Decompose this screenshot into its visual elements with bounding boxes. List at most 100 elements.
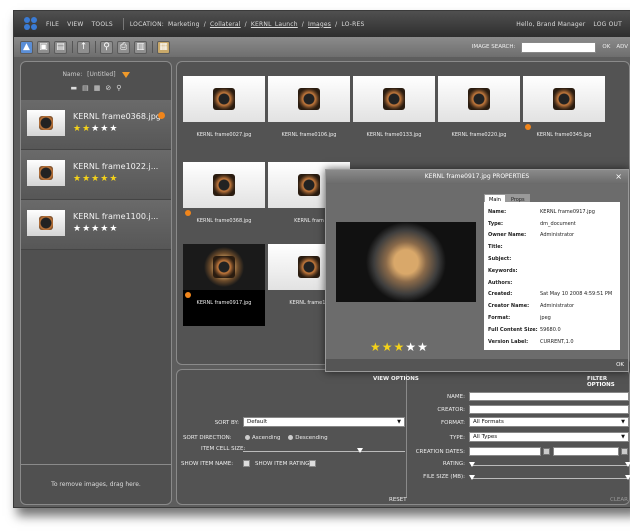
star-icon[interactable]: ★	[109, 224, 118, 234]
image-search-input[interactable]	[521, 41, 597, 53]
star-icon[interactable]: ★	[82, 224, 91, 234]
grid-cell[interactable]: KERNL frame0027.jpg	[183, 76, 265, 158]
properties-title-bar[interactable]: KERNL frame0917.jpg PROPERTIES ×	[326, 170, 628, 184]
document-icon[interactable]: ▤	[54, 40, 67, 54]
properties-ok-button[interactable]: OK	[616, 362, 624, 368]
clear-button[interactable]: CLEAR	[610, 497, 628, 503]
calendar-icon[interactable]	[621, 448, 628, 455]
grid-cell-label: KERNL frame0133.jpg	[366, 132, 422, 138]
menu-view[interactable]: VIEW	[67, 21, 83, 28]
remove-drop-zone[interactable]: To remove images, drag here.	[21, 464, 171, 504]
cell-size-slider[interactable]	[243, 451, 405, 452]
lightbox-item-rating[interactable]: ★★★★★	[73, 174, 118, 184]
lightbox-dropdown-icon[interactable]	[121, 71, 130, 78]
show-rating-checkbox[interactable]	[309, 460, 316, 467]
print-icon[interactable]: ⎙	[117, 40, 130, 54]
lightbox-icon[interactable]: ▦	[157, 40, 170, 54]
star-icon[interactable]: ★	[100, 224, 109, 234]
property-key: Authors:	[488, 279, 513, 286]
top-menu-bar: FILE VIEW TOOLS LOCATION: Marketing / Co…	[14, 11, 630, 37]
star-icon[interactable]: ★	[370, 340, 382, 354]
type-filter-label: TYPE:	[449, 435, 465, 441]
file-size-max-knob[interactable]	[625, 475, 630, 480]
file-size-min-knob[interactable]	[469, 475, 475, 480]
advanced-search-button[interactable]: ADV	[616, 44, 628, 50]
grid-cell[interactable]: KERNL frame0345.jpg	[523, 76, 605, 158]
rating-max-knob[interactable]	[625, 462, 630, 467]
star-icon[interactable]: ★	[82, 174, 91, 184]
upload-icon[interactable]: ▲	[20, 40, 33, 54]
type-filter-select[interactable]: All Types ▼	[469, 432, 629, 442]
grid-cell[interactable]: KERNL frame0220.jpg	[438, 76, 520, 158]
rating-min-knob[interactable]	[469, 462, 475, 467]
clear-lightbox-icon[interactable]: ⊘	[105, 84, 111, 92]
search-lightbox-icon[interactable]: ⚲	[116, 84, 121, 92]
remove-badge-icon[interactable]	[158, 112, 165, 119]
breadcrumb-collateral[interactable]: Collateral	[210, 21, 241, 28]
rating-filter-slider[interactable]	[471, 465, 629, 466]
lightbox-item[interactable]: KERNL frame1100.j... ★★★★★	[21, 200, 171, 250]
star-icon[interactable]: ★	[91, 224, 100, 234]
grid-cell-label: KERNL frame0368.jpg	[196, 218, 252, 224]
columns-icon[interactable]: ▥	[134, 40, 147, 54]
grid-cell[interactable]: KERNL frame0368.jpg	[183, 162, 265, 244]
logout-link[interactable]: LOG OUT	[593, 21, 622, 28]
property-value: KERNL frame0917.jpg	[540, 208, 595, 215]
descending-radio[interactable]	[288, 435, 294, 440]
file-size-slider[interactable]	[471, 478, 629, 479]
creator-filter-input[interactable]	[469, 405, 629, 414]
creator-filter-label: CREATOR:	[437, 407, 465, 413]
calendar-icon[interactable]	[543, 448, 550, 455]
close-icon[interactable]: ×	[615, 170, 622, 184]
sort-by-select[interactable]: Default ▼	[243, 417, 405, 427]
star-icon[interactable]: ★	[100, 174, 109, 184]
lightbox-item-rating[interactable]: ★★★★★	[73, 224, 118, 234]
format-filter-select[interactable]: All Formats ▼	[469, 417, 629, 427]
breadcrumb-kernl-launch[interactable]: KERNL_Launch	[251, 21, 298, 28]
cell-size-knob[interactable]	[356, 448, 363, 453]
star-icon[interactable]: ★	[417, 340, 429, 354]
show-name-checkbox[interactable]	[243, 460, 250, 467]
star-icon[interactable]: ★	[73, 174, 82, 184]
star-icon[interactable]: ★	[109, 124, 118, 134]
breadcrumb-images[interactable]: Images	[308, 21, 331, 28]
save-lightbox-icon[interactable]: ▦	[94, 84, 101, 92]
menu-file[interactable]: FILE	[46, 21, 59, 28]
lightbox-item-name: KERNL frame0368.jpg	[73, 112, 161, 121]
star-icon[interactable]: ★	[109, 174, 118, 184]
toolbar-divider	[72, 41, 73, 53]
star-icon[interactable]: ★	[100, 124, 109, 134]
property-key: Creator Name:	[488, 303, 530, 310]
lightbox-name-value[interactable]: [Untitled]	[87, 71, 115, 78]
star-icon[interactable]: ★	[82, 124, 91, 134]
lightbox-item[interactable]: KERNL frame0368.jpg ★★★★★	[21, 100, 171, 150]
star-icon[interactable]: ★	[91, 174, 100, 184]
name-filter-input[interactable]	[469, 392, 629, 401]
property-row: Created: Sat May 10 2008 4:59:51 PM	[488, 289, 616, 301]
search-ok-button[interactable]: OK	[602, 44, 610, 50]
grid-cell[interactable]: KERNL frame0106.jpg	[268, 76, 350, 158]
image-icon[interactable]: ▣	[37, 40, 50, 54]
star-icon[interactable]: ★	[73, 124, 82, 134]
star-icon[interactable]: ★	[91, 124, 100, 134]
breadcrumb-marketing[interactable]: Marketing	[168, 21, 200, 28]
lightbox-item-rating[interactable]: ★★★★★	[73, 124, 118, 134]
magnify-icon[interactable]: ⚲	[100, 40, 113, 54]
star-icon[interactable]: ★	[394, 340, 406, 354]
reset-button[interactable]: RESET	[389, 497, 407, 503]
ascending-radio[interactable]	[245, 435, 250, 440]
star-icon[interactable]: ★	[405, 340, 417, 354]
lightbox-item[interactable]: KERNL frame1022.j... ★★★★★	[21, 150, 171, 200]
menu-tools[interactable]: TOOLS	[92, 21, 113, 28]
new-lightbox-icon[interactable]: ▬	[71, 84, 78, 92]
properties-rating[interactable]: ★★★★★	[370, 340, 429, 354]
property-row: Authors:	[488, 277, 616, 289]
date-to-input[interactable]	[553, 447, 619, 456]
open-lightbox-icon[interactable]: ▤	[82, 84, 89, 92]
grid-cell[interactable]: KERNL frame0133.jpg	[353, 76, 435, 158]
star-icon[interactable]: ★	[382, 340, 394, 354]
star-icon[interactable]: ★	[73, 224, 82, 234]
up-arrow-icon[interactable]: ↑	[77, 40, 90, 54]
grid-cell[interactable]: KERNL frame0917.jpg	[183, 244, 265, 326]
date-from-input[interactable]	[469, 447, 541, 456]
